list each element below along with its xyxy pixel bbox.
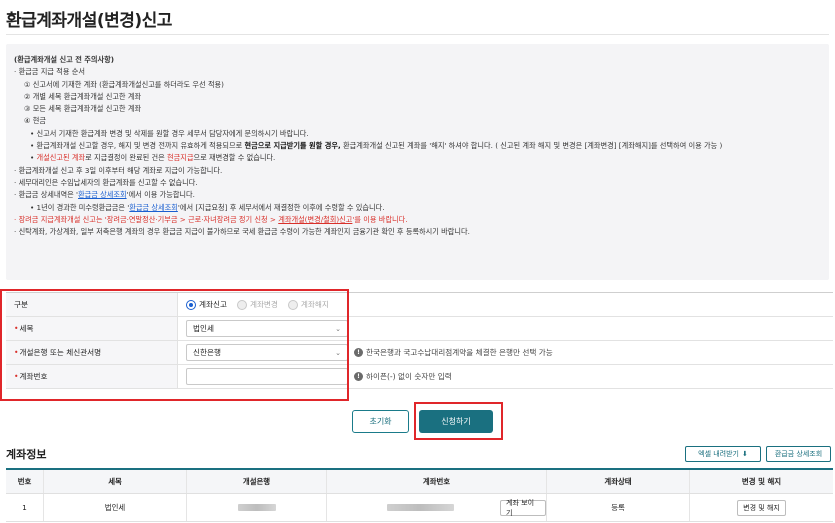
account-open-link[interactable]: 계좌개설(변경/철회)신고 [278,215,352,224]
cell-no: 1 [6,494,44,521]
masked-bank [237,504,276,511]
account-hint: ! 하이픈(-) 없이 숫자만 입력 [354,371,452,382]
cell-bank [187,494,327,521]
info-icon: ! [354,372,363,381]
notice-warning: 개설신고된 계좌 [36,153,86,163]
highlight-box-form [0,289,349,401]
notice-text: 로 지급결정이 완료된 건은 [85,153,167,163]
show-account-button[interactable]: 계좌 보이기 [500,499,546,517]
notice-line: • 1년이 경과한 미수령환급금은 '환급금 상세조회'에서 [지급요청] 후 … [14,202,821,214]
page-title: 환급계좌개설(변경)신고 [6,11,172,31]
notice-line: • 환급계좌개설 신고할 경우, 해지 및 변경 전까지 유효하게 적용되므로 … [14,140,821,152]
cell-account: 계좌 보이기 [327,494,547,521]
cell-status: 등록 [547,494,690,521]
change-cancel-button[interactable]: 변경 및 해지 [737,499,786,516]
table-header: 번호 세목 개설은행 계좌번호 계좌상태 변경 및 해지 [6,470,833,494]
reset-button[interactable]: 초기화 [352,410,409,433]
notice-line: • 개설신고된 계좌로 지급결정이 완료된 건은 현금지급으로 재변경할 수 없… [14,152,821,164]
col-header: 계좌번호 [327,470,547,493]
notice-line: ① 신고서에 기재한 계좌 (환급계좌개설신고를 하더라도 우선 적용) [24,79,224,89]
notice-emphasis: 현금으로 지급받기를 원할 경우, [244,141,341,151]
notice-text: • 환급계좌개설 신고할 경우, 해지 및 변경 전까지 유효하게 적용되므로 [30,141,245,151]
col-header: 세목 [44,470,187,493]
col-header: 개설은행 [187,470,327,493]
notice-warning: 현금지급 [167,153,194,163]
notice-text: • 1년이 경과한 미수령환급금은 ' [30,202,130,212]
refund-detail-link[interactable]: 환급금 상세조회 [78,190,127,199]
account-info-title: 계좌정보 [6,448,47,461]
col-header: 계좌상태 [547,470,690,493]
notice-heading: (환급계좌개설 신고 전 주의사항) [14,55,115,64]
refund-detail-button[interactable]: 환급금 상세조회 [766,446,831,462]
excel-download-button[interactable]: 엑셀 내려받기 ⬇ [685,446,761,462]
notice-text: '에서 이용 가능합니다. [126,190,195,200]
cell-actions: 변경 및 해지 [690,494,833,521]
notice-text: 으로 재변경할 수 없습니다. [193,153,276,163]
notice-text: · 환급금 상세내역은 ' [14,190,79,200]
notice-line: · 신탁계좌, 가상계좌, 일부 저축은행 계좌의 경우 환급금 지급이 불가하… [14,227,470,237]
refund-detail-link[interactable]: 환급금 상세조회 [129,203,178,212]
highlight-box-apply [414,402,503,440]
notice-line: ④ 현금 [24,116,46,126]
notice-line: · 환급계좌개설 신고 후 3일 이후부터 해당 계좌로 지급이 가능합니다. [14,165,223,175]
notice-text: · 장려금 지급계좌개설 신고는 '장려금·연말정산·기부금 > 근로·자녀장려… [14,214,279,224]
notice-line: · 장려금 지급계좌개설 신고는 '장려금·연말정산·기부금 > 근로·자녀장려… [14,214,821,226]
notice-line: • 신고서 기재한 환급계좌 변경 및 삭제를 원할 경우 세무서 담당자에게 … [30,128,309,138]
bank-hint: ! 한국은행과 국고수납대리점계약을 체결한 은행만 선택 가능 [354,347,553,358]
info-icon: ! [354,348,363,357]
notice-text: '에서 [지급요청] 후 세무서에서 재결정한 이후에 수령할 수 있습니다. [177,202,385,212]
notice-text: '를 이용 바랍니다. [352,214,408,224]
title-divider [6,34,829,35]
download-icon: ⬇ [742,450,748,458]
notice-line: ③ 모든 세목 환급계좌개설 신고한 계좌 [24,104,142,114]
masked-account [387,504,455,511]
notice-line: ② 개별 세목 환급계좌개설 신고한 계좌 [24,91,142,101]
table-row: 1 법인세 계좌 보이기 등록 변경 및 해지 [6,494,833,522]
notice-box: (환급계좌개설 신고 전 주의사항) · 환급금 지급 적용 순서 ① 신고서에… [6,44,829,280]
notice-text: 환급계좌개설 신고된 계좌를 '해지' 하셔야 합니다. ( 신고된 계좌 해지… [340,141,723,151]
account-table: 번호 세목 개설은행 계좌번호 계좌상태 변경 및 해지 1 법인세 계좌 보이… [6,468,833,522]
notice-line: · 환급금 지급 적용 순서 [14,67,85,77]
col-header: 변경 및 해지 [741,477,782,486]
col-header: 번호 [6,470,44,493]
cell-tax: 법인세 [44,494,187,521]
notice-line: · 환급금 상세내역은 '환급금 상세조회'에서 이용 가능합니다. [14,189,821,201]
notice-line: · 세무대리인은 수임납세자의 환급계좌를 신고할 수 없습니다. [14,177,198,187]
